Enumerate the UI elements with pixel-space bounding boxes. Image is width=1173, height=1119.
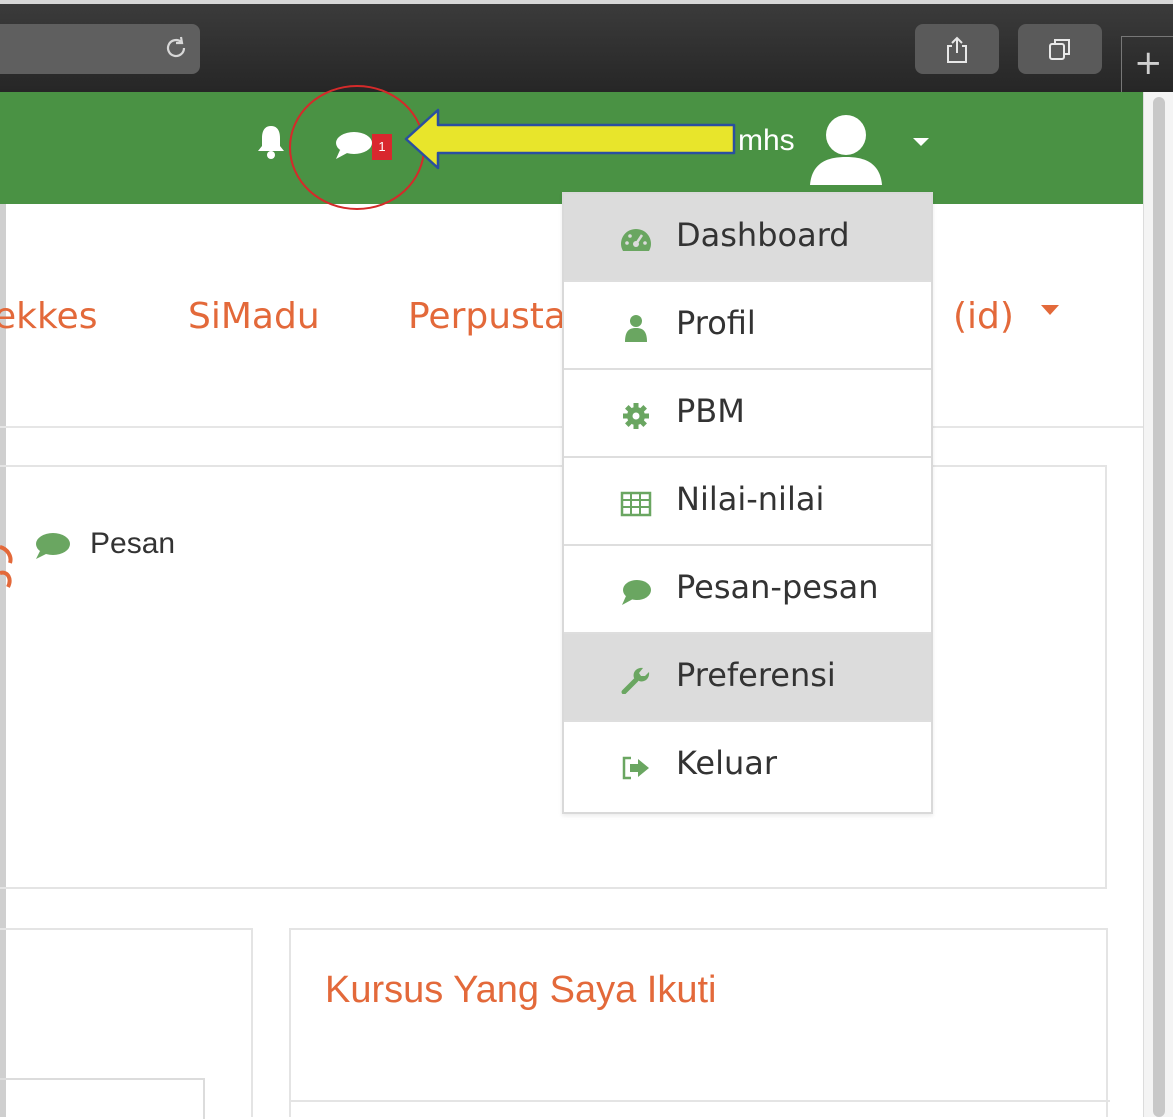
nav-link-perpustakaan[interactable]: Perpusta <box>408 296 566 337</box>
avatar[interactable] <box>806 107 886 187</box>
gear-icon <box>623 403 649 429</box>
nav-link-simadu[interactable]: SiMadu <box>188 296 320 337</box>
menu-label: Preferensi <box>676 656 836 694</box>
menu-item-pesan[interactable]: Pesan-pesan <box>564 546 931 634</box>
menu-item-dashboard[interactable]: Dashboard <box>564 194 931 282</box>
share-button[interactable] <box>915 24 999 74</box>
browser-toolbar: + <box>0 0 1173 96</box>
my-courses-card: Kursus Yang Saya Ikuti <box>289 928 1110 1117</box>
sign-out-icon <box>622 756 649 780</box>
orange-fragment-icon <box>0 545 13 588</box>
user-icon <box>625 315 647 342</box>
table-icon <box>620 491 652 517</box>
divider <box>291 1100 1110 1102</box>
annotation-arrow <box>404 108 736 170</box>
username[interactable]: mhs <box>738 124 795 158</box>
left-block-inner <box>0 1078 205 1119</box>
menu-label: Pesan-pesan <box>676 568 879 606</box>
menu-item-preferensi[interactable]: Preferensi <box>564 634 931 722</box>
speech-bubble-icon <box>36 533 70 559</box>
dashboard-icon <box>621 229 651 251</box>
messages-link[interactable]: Pesan <box>90 527 175 561</box>
menu-label: Profil <box>676 304 756 342</box>
menu-label: Dashboard <box>676 216 850 254</box>
user-dropdown-menu: Dashboard Profil PBM Nilai-nilai Pesan-p… <box>562 192 933 814</box>
scrollbar-thumb[interactable] <box>1153 97 1165 1117</box>
language-selector[interactable]: (id) <box>953 296 1014 337</box>
chevron-down-icon[interactable] <box>912 136 930 148</box>
menu-label: PBM <box>676 392 745 430</box>
reload-icon[interactable] <box>162 34 190 62</box>
menu-label: Nilai-nilai <box>676 480 825 518</box>
menu-item-keluar[interactable]: Keluar <box>564 722 931 810</box>
user-info-card: Pesan <box>0 465 1107 889</box>
menu-label: Keluar <box>676 744 778 782</box>
tabs-icon <box>1049 39 1070 60</box>
new-tab-button[interactable]: + <box>1121 36 1173 96</box>
plus-icon: + <box>1134 43 1163 83</box>
left-block <box>0 928 253 1119</box>
nav-link-ekkes[interactable]: ekkes <box>0 296 97 337</box>
share-icon <box>947 36 967 63</box>
bell-icon[interactable] <box>256 122 286 160</box>
tabs-overview-button[interactable] <box>1018 24 1102 74</box>
speech-bubble-icon <box>622 580 651 605</box>
chevron-down-icon[interactable] <box>1040 304 1060 316</box>
menu-item-nilai[interactable]: Nilai-nilai <box>564 458 931 546</box>
my-courses-title: Kursus Yang Saya Ikuti <box>325 969 717 1011</box>
address-bar[interactable] <box>0 24 200 74</box>
menu-item-profil[interactable]: Profil <box>564 282 931 370</box>
menu-item-pbm[interactable]: PBM <box>564 370 931 458</box>
wrench-icon <box>621 667 650 694</box>
